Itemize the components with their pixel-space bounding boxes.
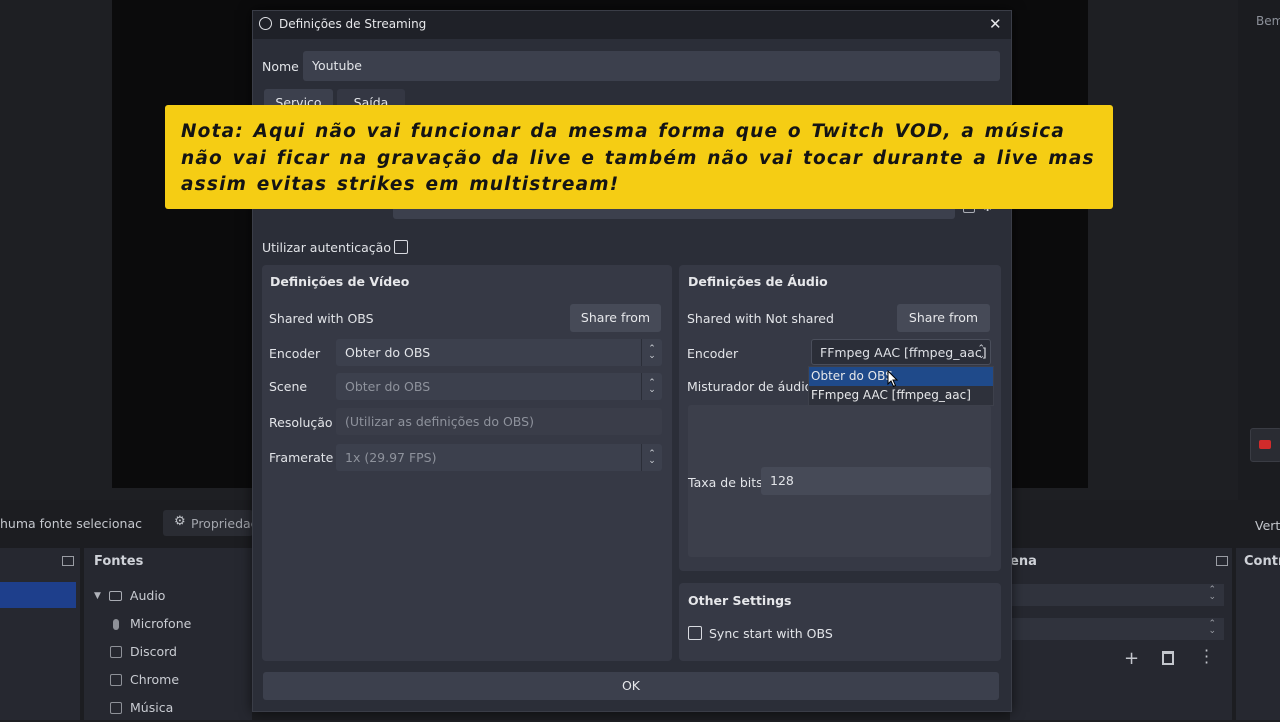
name-label: Nome [262, 59, 299, 74]
video-encoder-select[interactable]: Obter do OBS ⌃ ⌄ [336, 339, 662, 366]
microphone-icon [113, 618, 119, 630]
updown-icon: ⌃ ⌄ [641, 444, 662, 471]
source-item-microfone[interactable]: Microfone [94, 610, 244, 638]
no-source-selected-label: huma fonte selecionac [0, 516, 143, 531]
note-banner: Nota: Aqui não vai funcionar da mesma fo… [165, 105, 1113, 209]
source-label: Música [130, 700, 174, 715]
source-item-chrome[interactable]: Chrome [94, 666, 244, 694]
note-text: Nota: Aqui não vai funcionar da mesma fo… [181, 121, 1095, 195]
gear-icon: ⚙ [174, 514, 186, 529]
controls-dock: Contr [1236, 548, 1280, 720]
scenes-dock [0, 548, 80, 720]
transitions-dock: ena ⌃ ⌄ ⌃ ⌄ + · · · [1010, 548, 1232, 720]
auth-label: Utilizar autenticação [262, 240, 391, 255]
sources-dock: Fontes ▼ Audio Microfone Discord Chrome [84, 548, 252, 720]
audio-encoder-select[interactable]: FFmpeg AAC [ffmpeg_aac] ⌃ ⌄ [811, 339, 991, 365]
transition-select[interactable]: ⌃ ⌄ [1010, 584, 1224, 606]
updown-icon: ⌃ ⌄ [1208, 619, 1216, 636]
duration-spinbox[interactable]: ⌃ ⌄ [1010, 618, 1224, 640]
bitrate-input[interactable]: 128 [761, 467, 991, 495]
source-label: Audio [129, 588, 166, 603]
source-label: Discord [130, 644, 177, 659]
vertical-label: Verti [1255, 518, 1280, 533]
dropdown-option-obter-do-obs[interactable]: Obter do OBS [809, 367, 993, 386]
sync-start-label: Sync start with OBS [709, 626, 833, 641]
audio-mixer-label: Misturador de áudio [687, 379, 813, 394]
record-icon [1259, 440, 1271, 449]
audio-shared-label: Shared with Not shared [687, 311, 834, 326]
add-icon[interactable]: + [1124, 648, 1139, 669]
chevron-down-icon: ▼ [94, 591, 101, 601]
name-input[interactable]: Youtube [303, 51, 1000, 81]
audio-capture-icon [110, 646, 122, 658]
resolution-input[interactable]: (Utilizar as definições do OBS) [336, 408, 662, 435]
right-dock: Bem [1238, 0, 1280, 500]
audio-capture-icon [110, 702, 122, 714]
source-item-musica[interactable]: Música [94, 694, 244, 722]
resolution-label: Resolução [269, 415, 333, 430]
sync-start-checkbox[interactable] [688, 626, 702, 640]
other-settings-title: Other Settings [688, 593, 792, 608]
other-settings-panel: Other Settings Sync start with OBS [679, 583, 1001, 661]
framerate-select[interactable]: 1x (29.97 FPS) ⌃ ⌄ [336, 444, 662, 471]
source-item-audio[interactable]: ▼ Audio [94, 582, 244, 610]
audio-settings-panel: Definições de Áudio Shared with Not shar… [679, 265, 1001, 571]
audio-encoder-label: Encoder [687, 346, 739, 361]
source-label: Chrome [130, 672, 180, 687]
bitrate-label: Taxa de bits [688, 475, 763, 490]
sources-list: ▼ Audio Microfone Discord Chrome Música [94, 582, 244, 722]
updown-icon: ⌃ ⌄ [641, 373, 662, 400]
ok-button[interactable]: OK [263, 672, 999, 700]
title-bar: Definições de Streaming ✕ [253, 11, 1011, 39]
video-encoder-label: Encoder [269, 346, 321, 361]
audio-encoder-value: FFmpeg AAC [ffmpeg_aac] [820, 345, 987, 360]
video-shared-label: Shared with OBS [269, 311, 374, 326]
undock-icon[interactable] [62, 556, 74, 566]
audio-title: Definições de Áudio [688, 274, 828, 289]
video-share-from-button[interactable]: Share from [570, 304, 661, 332]
sources-title: Fontes [94, 554, 144, 569]
updown-icon: ⌃ ⌄ [641, 339, 662, 366]
undock-icon[interactable] [1216, 556, 1228, 566]
video-title: Definições de Vídeo [270, 274, 410, 289]
properties-label: Propriedac [191, 516, 258, 531]
updown-icon: ⌃ ⌄ [977, 344, 985, 361]
scene-item-selected[interactable] [0, 582, 76, 608]
obs-logo-icon [259, 17, 272, 30]
source-item-discord[interactable]: Discord [94, 638, 244, 666]
video-settings-panel: Definições de Vídeo Shared with OBS Shar… [262, 265, 672, 661]
properties-button[interactable]: ⚙ Propriedac [163, 510, 258, 536]
record-button[interactable] [1250, 428, 1280, 462]
auth-checkbox[interactable] [394, 240, 408, 254]
framerate-value: 1x (29.97 FPS) [345, 450, 437, 465]
audio-capture-icon [110, 674, 122, 686]
source-label: Microfone [130, 616, 192, 631]
framerate-label: Framerate [269, 450, 334, 465]
scene-value: Obter do OBS [345, 379, 431, 394]
right-dock-label: Bem [1256, 14, 1280, 28]
video-encoder-value: Obter do OBS [345, 345, 431, 360]
dropdown-option-ffmpeg-aac[interactable]: FFmpeg AAC [ffmpeg_aac] [809, 386, 993, 405]
audio-encoder-dropdown: Obter do OBS FFmpeg AAC [ffmpeg_aac] [808, 366, 994, 406]
transitions-title: ena [1010, 554, 1037, 569]
trash-icon[interactable] [1162, 651, 1174, 665]
close-icon[interactable]: ✕ [989, 15, 1002, 33]
mouse-cursor-icon [887, 370, 899, 388]
folder-icon [108, 591, 122, 601]
updown-icon: ⌃ ⌄ [1208, 585, 1216, 602]
scene-label: Scene [269, 379, 308, 394]
dialog-title: Definições de Streaming [279, 17, 427, 31]
more-icon[interactable]: · · · [1204, 643, 1209, 671]
scene-select[interactable]: Obter do OBS ⌃ ⌄ [336, 373, 662, 400]
controls-title: Contr [1244, 554, 1280, 569]
audio-share-from-button[interactable]: Share from [897, 304, 990, 332]
